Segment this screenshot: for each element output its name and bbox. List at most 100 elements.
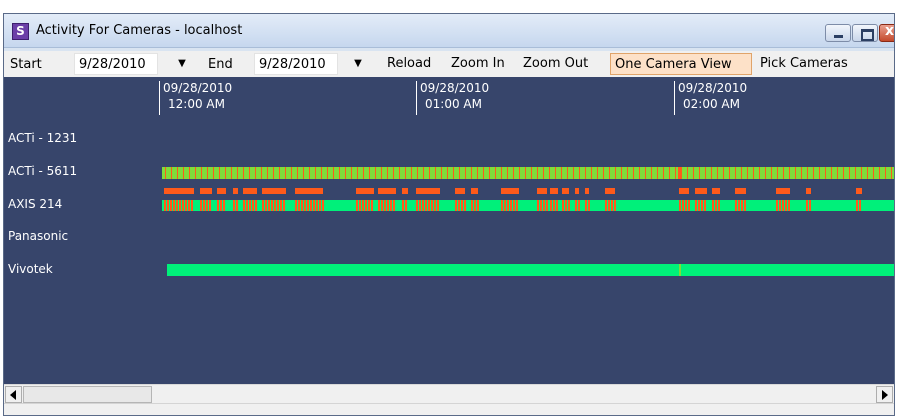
- activity-timeline[interactable]: 09/28/2010 12:00 AM 09/28/2010 01:00 AM …: [4, 77, 894, 384]
- motion-tick: [173, 200, 175, 211]
- motion-tick: [327, 167, 328, 179]
- motion-tick: [679, 200, 681, 211]
- motion-tick: [285, 167, 286, 179]
- motion-tick: [507, 167, 508, 179]
- motion-tick: [679, 264, 681, 276]
- motion-tick: [231, 167, 232, 179]
- pick-cameras-button[interactable]: Pick Cameras: [756, 53, 852, 75]
- arrow-left-icon[interactable]: [5, 386, 22, 403]
- motion-tick: [843, 167, 844, 179]
- motion-tick: [411, 167, 412, 179]
- recording-band: [167, 264, 894, 276]
- motion-block: [200, 188, 212, 194]
- motion-tick: [477, 167, 478, 179]
- motion-tick: [525, 167, 526, 179]
- motion-tick: [225, 167, 226, 179]
- motion-tick: [417, 167, 418, 179]
- horizontal-scrollbar[interactable]: [4, 384, 894, 403]
- motion-tick: [368, 200, 370, 211]
- motion-tick: [279, 167, 280, 179]
- motion-tick: [441, 167, 442, 179]
- start-label: Start: [10, 57, 42, 72]
- motion-tick: [585, 167, 586, 179]
- motion-tick: [307, 200, 309, 211]
- motion-tick: [859, 200, 861, 211]
- motion-block: [356, 188, 374, 194]
- status-bar: [4, 403, 894, 415]
- motion-tick: [315, 167, 316, 179]
- motion-tick: [455, 200, 457, 211]
- motion-tick: [718, 200, 720, 211]
- motion-tick: [471, 200, 473, 211]
- motion-tick: [609, 167, 610, 179]
- motion-tick: [516, 200, 518, 211]
- maximize-button[interactable]: [852, 24, 878, 42]
- arrow-right-icon[interactable]: [876, 386, 893, 403]
- end-label: End: [208, 57, 233, 72]
- motion-block: [164, 188, 194, 194]
- motion-tick: [567, 167, 568, 179]
- motion-tick: [402, 200, 404, 211]
- motion-tick: [682, 200, 684, 211]
- motion-tick: [849, 167, 850, 179]
- motion-tick: [464, 200, 466, 211]
- motion-tick: [233, 200, 235, 211]
- motion-tick: [591, 167, 592, 179]
- motion-tick: [489, 167, 490, 179]
- motion-tick: [565, 200, 567, 211]
- motion-tick: [837, 167, 838, 179]
- motion-tick: [416, 200, 418, 211]
- recording-band: [162, 167, 894, 179]
- motion-tick: [309, 167, 310, 179]
- motion-tick: [675, 167, 676, 179]
- end-date-field[interactable]: 9/28/2010: [254, 53, 338, 75]
- minimize-button[interactable]: [825, 24, 851, 42]
- motion-tick: [777, 167, 778, 179]
- motion-tick: [513, 167, 514, 179]
- scroll-thumb[interactable]: [23, 386, 152, 403]
- motion-tick: [698, 200, 700, 211]
- motion-tick: [351, 167, 352, 179]
- motion-tick: [687, 167, 688, 179]
- motion-tick: [806, 200, 808, 211]
- start-date-field[interactable]: 9/28/2010: [74, 53, 158, 75]
- zoom-out-button[interactable]: Zoom Out: [519, 53, 592, 75]
- close-button[interactable]: [879, 23, 894, 42]
- motion-tick: [182, 200, 184, 211]
- motion-tick: [873, 167, 874, 179]
- reload-button[interactable]: Reload: [383, 53, 435, 75]
- motion-tick: [819, 167, 820, 179]
- motion-block: [562, 188, 569, 194]
- motion-tick: [663, 167, 664, 179]
- motion-tick: [555, 167, 556, 179]
- motion-tick: [339, 167, 340, 179]
- motion-tick: [867, 167, 868, 179]
- motion-tick: [605, 200, 607, 211]
- motion-tick: [657, 167, 658, 179]
- motion-block: [735, 188, 746, 194]
- motion-tick: [431, 200, 433, 211]
- zoom-in-button[interactable]: Zoom In: [447, 53, 509, 75]
- start-date-dropdown-chevron-down-icon[interactable]: ▼: [174, 55, 190, 73]
- motion-block: [856, 188, 862, 194]
- motion-tick: [611, 200, 613, 211]
- motion-tick: [261, 167, 262, 179]
- motion-tick: [359, 200, 361, 211]
- motion-tick: [277, 200, 279, 211]
- motion-tick: [579, 167, 580, 179]
- motion-tick: [246, 200, 248, 211]
- motion-tick: [399, 167, 400, 179]
- motion-tick: [179, 200, 181, 211]
- motion-tick: [297, 167, 298, 179]
- motion-tick: [387, 167, 388, 179]
- motion-tick: [362, 200, 364, 211]
- motion-tick: [771, 167, 772, 179]
- motion-tick: [381, 200, 383, 211]
- end-date-dropdown-chevron-down-icon[interactable]: ▼: [350, 55, 366, 73]
- motion-tick: [723, 167, 724, 179]
- motion-tick: [249, 200, 251, 211]
- motion-tick: [213, 167, 214, 179]
- motion-tick: [501, 167, 502, 179]
- motion-tick: [639, 167, 640, 179]
- one-camera-view-button[interactable]: One Camera View: [610, 53, 752, 75]
